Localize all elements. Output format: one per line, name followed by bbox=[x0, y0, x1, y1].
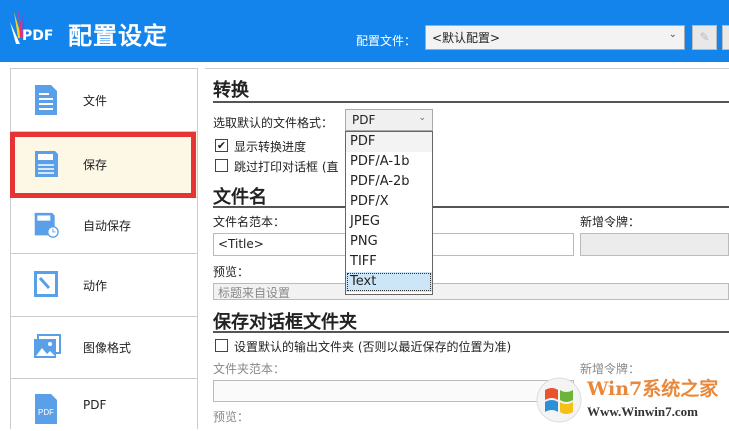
sidebar-item-label: 自动保存 bbox=[83, 219, 132, 233]
chevron-down-icon: ⌄ bbox=[668, 29, 677, 40]
logo-text: PDF bbox=[22, 28, 54, 44]
sidebar-item-actions[interactable]: 动作 bbox=[11, 254, 197, 317]
default-folder-label: 设置默认的输出文件夹 (否则以最近保存的位置为准) bbox=[234, 340, 512, 354]
format-select[interactable]: PDF ⌄ bbox=[345, 109, 433, 131]
folder-template-label: 文件夹范本： bbox=[213, 362, 286, 376]
svg-text:PDF: PDF bbox=[38, 408, 54, 417]
filename-preview-value: 标题来自设置 bbox=[213, 283, 729, 300]
format-option[interactable]: PDF bbox=[346, 132, 432, 152]
watermark-title: Win7系统之家 bbox=[587, 378, 719, 400]
sidebar-item-image-format[interactable]: 图像格式 bbox=[11, 317, 197, 379]
image-icon bbox=[34, 334, 61, 358]
divider bbox=[213, 101, 729, 103]
format-dropdown-list: PDF PDF/A-1b PDF/A-2b PDF/X JPEG PNG TIF… bbox=[345, 131, 433, 295]
chevron-down-icon: ⌄ bbox=[418, 113, 426, 123]
sidebar-item-pdf[interactable]: PDF PDF bbox=[11, 379, 197, 431]
divider bbox=[213, 331, 729, 333]
sidebar-item-autosave[interactable]: 自动保存 bbox=[11, 198, 197, 254]
format-option[interactable]: TIFF bbox=[346, 252, 432, 272]
format-label: 选取默认的文件格式： bbox=[213, 116, 334, 130]
folder-template-input[interactable] bbox=[213, 380, 574, 402]
sidebar-item-label: PDF bbox=[83, 398, 107, 412]
divider bbox=[205, 68, 729, 69]
header-bar: PDF 配置设定 配置文件： <默认配置> ⌄ ✎ bbox=[0, 0, 729, 62]
format-option[interactable]: PDF/X bbox=[346, 192, 432, 212]
section-heading-convert: 转换 bbox=[213, 80, 249, 101]
wrench-icon bbox=[34, 271, 58, 297]
show-progress-checkbox[interactable]: ✔ bbox=[215, 139, 228, 152]
format-option[interactable]: PDF/A-2b bbox=[346, 172, 432, 192]
watermark-url: Www.Winwin7.com bbox=[587, 404, 698, 419]
divider bbox=[213, 206, 729, 208]
windows-logo-icon bbox=[536, 377, 582, 423]
rename-profile-button[interactable]: ✎ bbox=[692, 25, 717, 50]
skip-print-label: 跳过打印对话框 (直 bbox=[234, 160, 339, 174]
sidebar-item-label: 动作 bbox=[83, 278, 108, 293]
sidebar-item-file[interactable]: 文件 bbox=[11, 69, 197, 132]
pdf-icon: PDF bbox=[35, 394, 57, 424]
document-icon bbox=[35, 85, 57, 115]
filename-preview-label: 预览： bbox=[213, 265, 250, 279]
profile-select[interactable]: <默认配置> ⌄ bbox=[425, 25, 685, 50]
show-progress-label: 显示转换进度 bbox=[234, 140, 307, 154]
filename-template-label: 文件名范本： bbox=[213, 215, 286, 229]
format-option-highlighted[interactable]: Text bbox=[346, 272, 432, 292]
profile-extra-button[interactable] bbox=[722, 25, 729, 50]
filename-token-label: 新增令牌： bbox=[580, 215, 641, 229]
sidebar: 文件 保存 自动保存 动作 图像格式 PDF PDF bbox=[10, 68, 198, 429]
format-value: PDF bbox=[352, 113, 376, 127]
autosave-icon bbox=[34, 212, 59, 238]
pencil-icon: ✎ bbox=[699, 30, 710, 44]
app-title: 配置设定 bbox=[68, 22, 168, 50]
highlight-box bbox=[10, 132, 196, 198]
profile-label: 配置文件： bbox=[356, 34, 417, 48]
skip-print-checkbox[interactable] bbox=[215, 159, 228, 172]
filename-token-select[interactable] bbox=[580, 233, 729, 256]
default-folder-checkbox[interactable] bbox=[215, 339, 228, 352]
format-option[interactable]: JPEG bbox=[346, 212, 432, 232]
format-option[interactable]: PDF/A-1b bbox=[346, 152, 432, 172]
watermark: Win7系统之家 Www.Winwin7.com bbox=[535, 372, 725, 428]
sidebar-item-label: 图像格式 bbox=[83, 341, 132, 355]
folder-preview-label: 预览： bbox=[213, 410, 250, 424]
format-option[interactable]: PNG bbox=[346, 232, 432, 252]
profile-value: <默认配置> bbox=[432, 31, 501, 45]
sidebar-item-label: 文件 bbox=[83, 93, 108, 108]
